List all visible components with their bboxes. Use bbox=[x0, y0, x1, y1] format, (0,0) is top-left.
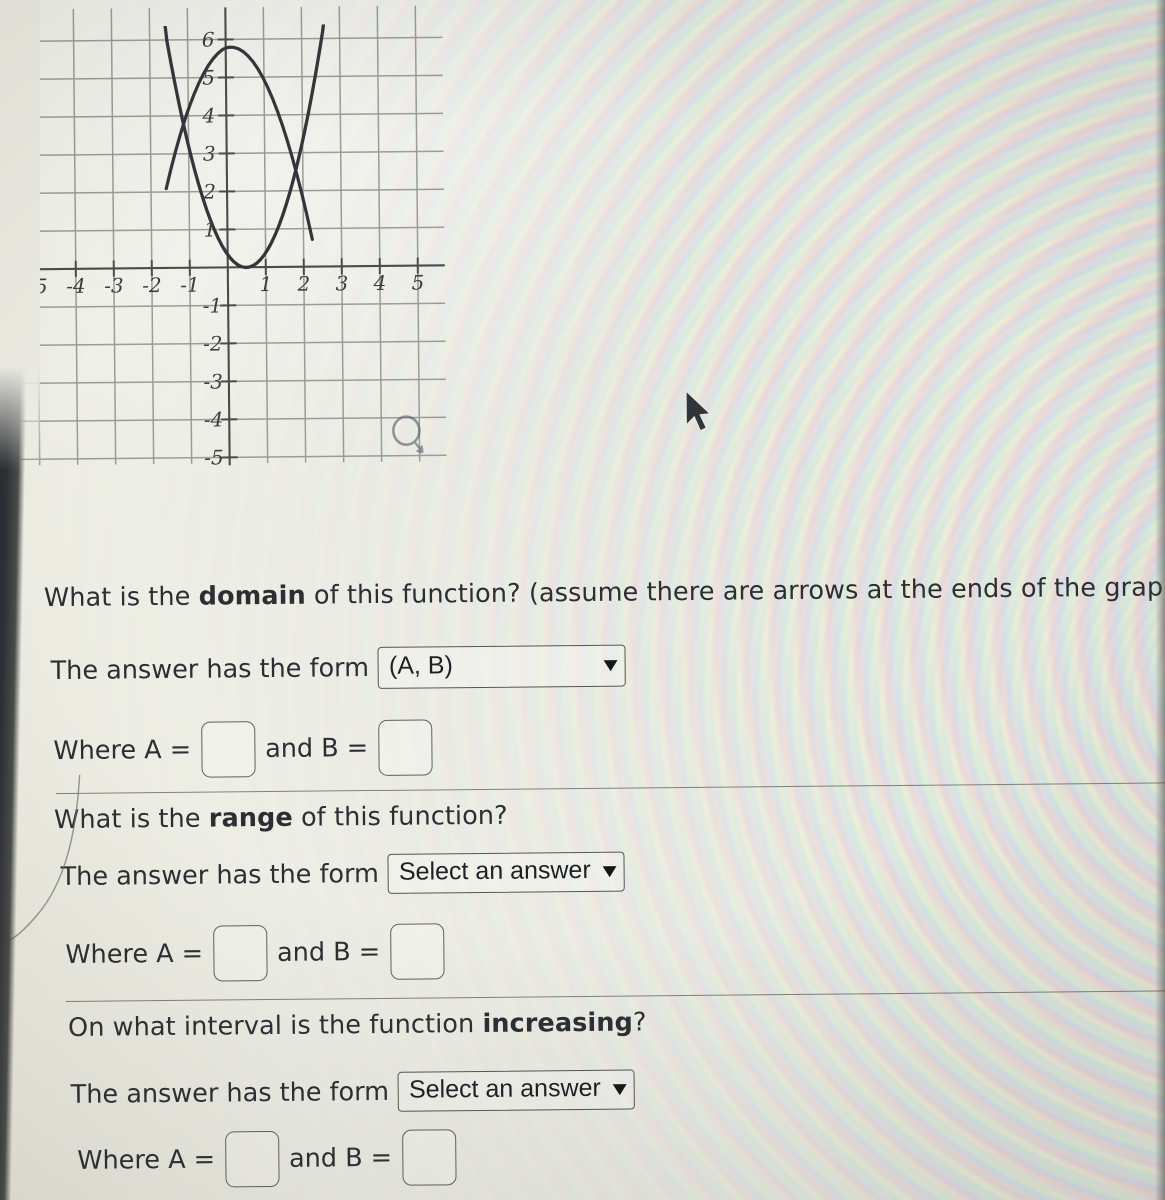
prompt-post: of this function? (assume there are arro… bbox=[305, 572, 1165, 611]
svg-text:2: 2 bbox=[296, 272, 310, 296]
graph-gridlines bbox=[16, 5, 447, 466]
svg-text:3: 3 bbox=[203, 142, 216, 166]
form-label: The answer has the form bbox=[60, 858, 380, 893]
domain-form-select[interactable]: (A, B) ▾ bbox=[377, 644, 627, 689]
increasing-a-input[interactable] bbox=[224, 1130, 280, 1188]
svg-text:4: 4 bbox=[372, 271, 386, 295]
prompt-keyword: domain bbox=[198, 580, 306, 612]
svg-text:6: 6 bbox=[202, 28, 215, 52]
where-a-label: Where A = bbox=[65, 938, 204, 970]
range-form-select-value: Select an answer bbox=[398, 856, 591, 887]
chevron-down-icon: ▾ bbox=[613, 1077, 627, 1100]
screen-bezel-right bbox=[1155, 0, 1165, 1200]
svg-text:-3: -3 bbox=[104, 273, 124, 297]
svg-text:4: 4 bbox=[201, 104, 215, 128]
svg-text:-4: -4 bbox=[66, 274, 86, 298]
increasing-b-input[interactable] bbox=[401, 1129, 457, 1186]
question-increasing-where-row: Where A = and B = bbox=[77, 1129, 457, 1189]
increasing-form-select-value: Select an answer bbox=[408, 1074, 601, 1104]
prompt-post: of this function? bbox=[292, 800, 508, 833]
graph-figure: -5 -4 -3 -2 -1 1 2 3 4 5 6 5 4 3 bbox=[14, 0, 449, 479]
graph-axes bbox=[18, 7, 445, 466]
x-axis-tick-labels: -5 -4 -3 -2 -1 1 2 3 4 5 bbox=[28, 271, 424, 299]
svg-text:5: 5 bbox=[411, 271, 424, 295]
svg-text:5: 5 bbox=[202, 66, 215, 90]
x-axis bbox=[18, 264, 445, 271]
domain-b-input[interactable] bbox=[377, 719, 433, 776]
svg-text:1: 1 bbox=[204, 217, 217, 241]
section-divider-2 bbox=[65, 990, 1165, 1002]
form-label: The answer has the form bbox=[50, 653, 370, 687]
parabola-graph: -5 -4 -3 -2 -1 1 2 3 4 5 6 5 4 3 bbox=[16, 5, 447, 470]
question-domain-where-row: Where A = and B = bbox=[53, 719, 433, 779]
question-domain-form-row: The answer has the form (A, B) ▾ bbox=[50, 644, 627, 693]
form-label: The answer has the form bbox=[70, 1076, 390, 1110]
prompt-pre: On what interval is the function bbox=[67, 1008, 483, 1043]
svg-text:-5: -5 bbox=[204, 445, 224, 469]
svg-text:3: 3 bbox=[335, 271, 348, 295]
prompt-pre: What is the bbox=[43, 581, 199, 614]
question-range-prompt: What is the range of this function? bbox=[54, 801, 508, 835]
chevron-down-icon: ▾ bbox=[604, 653, 618, 676]
and-b-label: and B = bbox=[264, 733, 369, 765]
bezel-top-fade bbox=[0, 0, 40, 470]
and-b-label: and B = bbox=[276, 936, 381, 968]
and-b-label: and B = bbox=[288, 1142, 393, 1174]
svg-text:-1: -1 bbox=[203, 293, 223, 317]
where-a-label: Where A = bbox=[53, 734, 192, 767]
mouse-pointer-icon bbox=[685, 389, 712, 432]
svg-text:-3: -3 bbox=[203, 369, 223, 393]
prompt-keyword: increasing bbox=[482, 1007, 634, 1039]
question-range-form-row: The answer has the form Select an answer… bbox=[60, 851, 625, 897]
page-content: -5 -4 -3 -2 -1 1 2 3 4 5 6 5 4 3 bbox=[0, 0, 1165, 1200]
photo-of-screen: -5 -4 -3 -2 -1 1 2 3 4 5 6 5 4 3 bbox=[0, 0, 1165, 1200]
y-axis-tick-labels: 6 5 4 3 2 1 -1 -2 -3 -4 -5 bbox=[201, 28, 224, 470]
domain-form-select-value: (A, B) bbox=[388, 651, 453, 681]
range-b-input[interactable] bbox=[389, 923, 445, 980]
section-divider-1 bbox=[55, 782, 1165, 795]
svg-text:-2: -2 bbox=[203, 331, 223, 355]
range-a-input[interactable] bbox=[212, 925, 268, 982]
question-range-where-row: Where A = and B = bbox=[65, 923, 445, 983]
svg-text:-1: -1 bbox=[180, 273, 200, 297]
svg-text:1: 1 bbox=[259, 272, 272, 296]
question-increasing-prompt: On what interval is the function increas… bbox=[68, 1007, 647, 1043]
prompt-keyword: range bbox=[208, 802, 293, 834]
svg-text:-2: -2 bbox=[142, 273, 162, 297]
range-form-select[interactable]: Select an answer ▾ bbox=[387, 851, 625, 894]
pencil-circle-mark bbox=[392, 415, 424, 454]
prompt-post: ? bbox=[632, 1007, 647, 1038]
svg-text:2: 2 bbox=[202, 179, 216, 203]
question-domain-prompt: What is the domain of this function? (as… bbox=[44, 572, 1165, 613]
increasing-form-select[interactable]: Select an answer ▾ bbox=[397, 1069, 636, 1112]
chevron-down-icon: ▾ bbox=[603, 859, 617, 882]
domain-a-input[interactable] bbox=[200, 721, 256, 778]
y-axis bbox=[224, 7, 231, 466]
svg-text:-4: -4 bbox=[204, 407, 224, 431]
where-a-label: Where A = bbox=[77, 1144, 216, 1176]
question-increasing-form-row: The answer has the form Select an answer… bbox=[70, 1069, 636, 1115]
prompt-pre: What is the bbox=[53, 803, 209, 836]
